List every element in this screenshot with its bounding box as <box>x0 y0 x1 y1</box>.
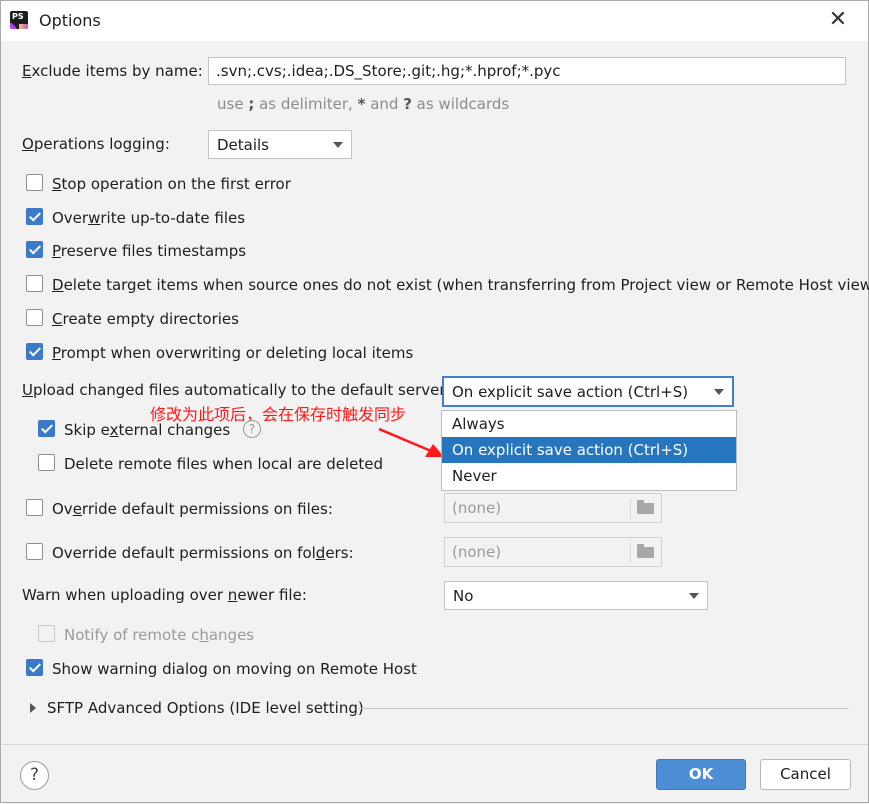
checkbox-show-warning-dialog[interactable]: Show warning dialog on moving on Remote … <box>26 658 417 680</box>
checkbox-box[interactable] <box>26 499 43 516</box>
checkbox-box <box>38 625 55 642</box>
checkbox-delete-remote-files[interactable]: Delete remote files when local are delet… <box>38 453 383 475</box>
checkbox-box[interactable] <box>38 454 55 471</box>
checkbox-box[interactable] <box>26 659 43 676</box>
popup-item-always[interactable]: Always <box>442 411 736 437</box>
sftp-advanced-options-toggle[interactable]: SFTP Advanced Options (IDE level setting… <box>47 699 364 717</box>
popup-item-on-explicit-save[interactable]: On explicit save action (Ctrl+S) <box>442 437 736 463</box>
upload-options-popup: Always On explicit save action (Ctrl+S) … <box>441 410 737 491</box>
file-permissions-field: (none) <box>444 493 662 523</box>
footer-divider <box>2 744 868 745</box>
warn-newer-file-dropdown[interactable]: No <box>444 581 708 610</box>
checkbox-box[interactable] <box>26 543 43 560</box>
help-button[interactable]: ? <box>20 761 49 790</box>
options-dialog: PS Options ✕ Exclude items by name: .svn… <box>0 0 869 803</box>
annotation-arrow <box>378 427 444 457</box>
checkbox-override-folder-permissions[interactable]: Override default permissions on folders: <box>26 542 354 564</box>
checkbox-skip-external-changes[interactable]: Skip external changes ? <box>38 419 261 441</box>
folder-permissions-field: (none) <box>444 537 662 567</box>
ok-button[interactable]: OK <box>656 759 746 790</box>
folder-icon <box>630 495 660 521</box>
chevron-down-icon <box>689 593 699 599</box>
checkbox-notify-remote-changes: Notify of remote changes <box>38 624 254 646</box>
popup-item-never[interactable]: Never <box>442 463 736 489</box>
help-icon[interactable]: ? <box>242 419 261 438</box>
section-divider <box>358 708 849 709</box>
warn-newer-file-label: Warn when uploading over newer file: <box>22 586 307 604</box>
expand-triangle-icon[interactable] <box>30 703 36 713</box>
cancel-button[interactable]: Cancel <box>760 759 851 790</box>
folder-icon <box>630 539 660 565</box>
checkbox-box[interactable] <box>38 420 55 437</box>
checkbox-override-file-permissions[interactable]: Override default permissions on files: <box>26 498 333 520</box>
